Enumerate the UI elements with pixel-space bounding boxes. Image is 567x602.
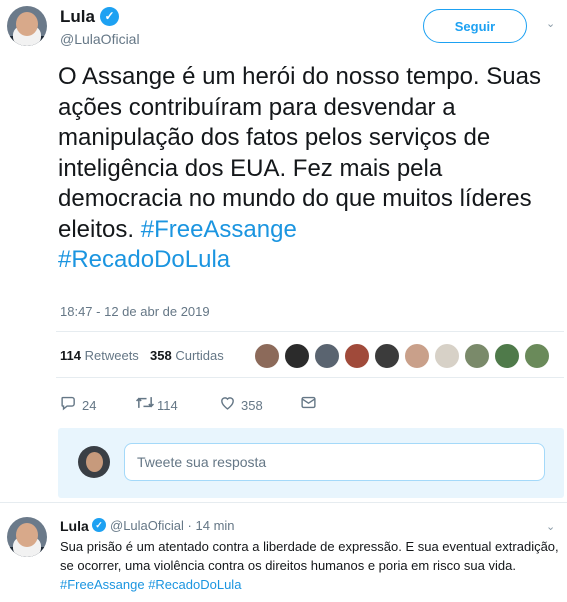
retweet-button[interactable]: 114	[135, 395, 178, 415]
tweet-text-body: O Assange é um herói do nosso tempo. Sua…	[58, 63, 541, 243]
likes-stat[interactable]: 358 Curtidas	[150, 348, 224, 363]
author-handle[interactable]: @LulaOficial	[60, 31, 140, 47]
follow-button[interactable]: Seguir	[423, 9, 527, 43]
liker-avatar[interactable]	[464, 343, 490, 369]
reply-button[interactable]: 24	[60, 395, 96, 415]
chevron-down-icon[interactable]: ⌄	[546, 18, 558, 30]
user-avatar-face	[86, 452, 103, 472]
main-tweet: Lula ✓ @LulaOficial Seguir ⌄ O Assange é…	[0, 0, 567, 500]
author-name[interactable]: Lula	[60, 7, 95, 27]
hashtag-link[interactable]: #FreeAssange	[141, 216, 297, 243]
user-avatar	[78, 446, 110, 478]
envelope-icon	[300, 394, 322, 416]
retweets-count: 114	[60, 348, 81, 363]
likes-count: 358	[150, 348, 172, 363]
tweet-text: Sua prisão é um atentado contra a liberd…	[60, 537, 565, 594]
reply-count: 24	[82, 397, 97, 413]
reply-input[interactable]: Tweete sua resposta	[124, 443, 545, 481]
verified-badge-icon: ✓	[100, 7, 119, 26]
author-avatar[interactable]	[7, 6, 47, 46]
author-handle[interactable]: @LulaOficial	[110, 518, 184, 533]
liker-avatar[interactable]	[434, 343, 460, 369]
liker-avatar[interactable]	[524, 343, 550, 369]
heart-icon	[219, 394, 241, 416]
author-name[interactable]: Lula	[60, 518, 89, 534]
tweet-time[interactable]: 14 min	[196, 518, 235, 533]
reply-composer: Tweete sua resposta	[58, 428, 564, 498]
avatar-face	[16, 12, 38, 36]
retweets-label: Retweets	[84, 348, 139, 363]
liker-avatar[interactable]	[314, 343, 340, 369]
like-button[interactable]: 358	[219, 395, 263, 415]
retweet-icon	[135, 394, 157, 416]
direct-message-button[interactable]	[300, 395, 322, 415]
hashtag-link[interactable]: #RecadoDoLula	[58, 246, 230, 273]
author-avatar[interactable]	[7, 517, 47, 557]
separator	[0, 502, 567, 503]
likes-label: Curtidas	[175, 348, 224, 363]
liker-avatar[interactable]	[254, 343, 280, 369]
liker-avatar[interactable]	[344, 343, 370, 369]
hashtag-link[interactable]: #FreeAssange	[60, 577, 145, 592]
chevron-down-icon[interactable]: ⌄	[546, 520, 558, 533]
verified-badge-icon: ✓	[92, 518, 106, 532]
liker-avatar[interactable]	[374, 343, 400, 369]
tweet-text-body: Sua prisão é um atentado contra a liberd…	[60, 539, 559, 573]
tweet-text: O Assange é um herói do nosso tempo. Sua…	[58, 62, 563, 276]
avatar-face	[16, 523, 38, 547]
liker-avatar[interactable]	[404, 343, 430, 369]
like-count: 358	[241, 397, 263, 413]
tweet-timestamp[interactable]: 18:47 - 12 de abr de 2019	[60, 304, 210, 319]
meta-dot: ·	[187, 518, 192, 533]
liker-avatars	[254, 343, 554, 371]
retweets-stat[interactable]: 114 Retweets	[60, 348, 139, 363]
reply-icon	[60, 394, 82, 416]
divider	[56, 377, 564, 378]
divider	[56, 331, 564, 332]
liker-avatar[interactable]	[494, 343, 520, 369]
tweet-meta: @LulaOficial · 14 min	[110, 518, 235, 533]
retweet-count: 114	[157, 397, 178, 413]
reply-tweet[interactable]: Lula ✓ @LulaOficial · 14 min ⌄ Sua prisã…	[0, 508, 567, 602]
liker-avatar[interactable]	[284, 343, 310, 369]
hashtag-link[interactable]: #RecadoDoLula	[148, 577, 241, 592]
